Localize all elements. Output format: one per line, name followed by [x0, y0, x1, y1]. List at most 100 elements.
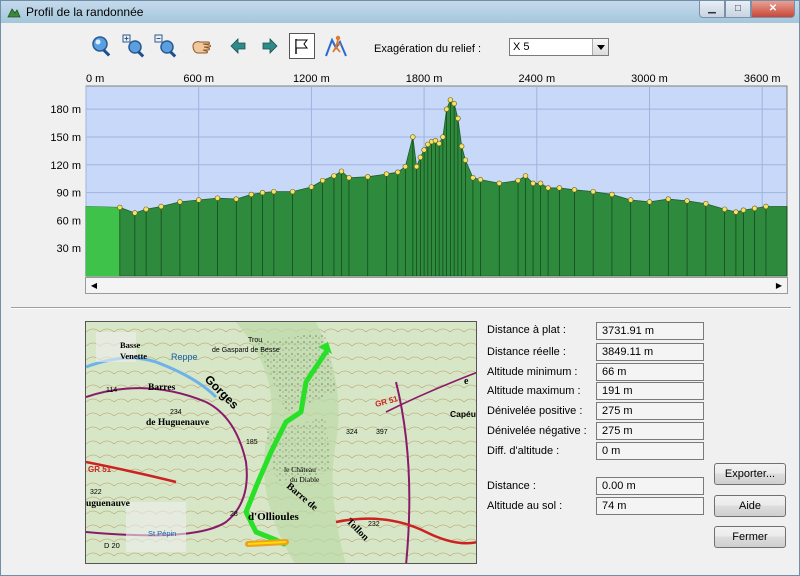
elevation-point — [515, 177, 521, 184]
cursor-label-ground-altitude: Altitude au sol : — [487, 500, 563, 512]
scroll-right-icon[interactable]: ▶ — [771, 278, 787, 293]
next-button[interactable] — [257, 33, 283, 59]
elevation-chart[interactable]: 0 m 600 m 1200 m 1800 m 2400 m 3000 m 3600 m 30… — [1, 63, 800, 277]
elevation-point — [545, 185, 551, 191]
elevation-point — [462, 157, 469, 163]
map-label-huguenauve: de Huguenauve — [146, 418, 209, 428]
elevation-point — [117, 204, 123, 211]
elevation-point — [436, 140, 442, 147]
horizontal-scrollbar[interactable]: ◀ ▶ — [85, 277, 788, 294]
map-label-232: 232 — [368, 521, 380, 528]
pan-button[interactable] — [189, 33, 215, 59]
map-label-234: 234 — [170, 409, 182, 416]
app-icon — [7, 8, 21, 18]
map-label-gr51-b: GR 51 — [88, 465, 112, 474]
start-segment — [86, 206, 120, 276]
map-label-olioules: d'Ollioules — [248, 511, 299, 523]
y-tick-label: 30 m — [57, 243, 81, 255]
elevation-point — [395, 169, 401, 175]
elevation-point — [733, 209, 739, 215]
map-label-324: 324 — [346, 429, 358, 436]
elevation-point — [417, 154, 424, 161]
elevation-point — [455, 115, 461, 122]
zoom-fit-icon — [92, 36, 111, 57]
zoom-in-button[interactable] — [121, 33, 147, 59]
elevation-point — [214, 195, 221, 201]
stat-value-negative-gain: 275 m — [596, 422, 704, 440]
y-tick-label: 120 m — [50, 160, 81, 172]
stat-value-flat-distance: 3731.91 m — [596, 322, 704, 340]
elevation-point — [331, 173, 337, 179]
x-tick-label: 1200 m — [293, 73, 330, 85]
stat-label-real-distance: Distance réelle : — [487, 346, 566, 358]
y-tick-label: 180 m — [50, 104, 81, 116]
elevation-point — [763, 203, 769, 210]
cursor-label-distance: Distance : — [487, 480, 536, 492]
zoom-out-icon — [154, 34, 177, 58]
relief-label: Exagération du relief : — [374, 43, 482, 55]
map-label-gaspard: de Gaspard de Besse — [212, 347, 280, 354]
maximize-button[interactable]: □ — [725, 1, 751, 18]
separator — [11, 307, 791, 309]
close-button[interactable]: Fermer — [714, 526, 786, 548]
stat-value-positive-gain: 275 m — [596, 402, 704, 420]
arrow-right-icon — [262, 38, 278, 54]
arrow-left-icon — [230, 38, 246, 54]
elevation-point — [383, 171, 390, 177]
help-button[interactable]: Aide — [714, 495, 786, 517]
elevation-point — [132, 210, 138, 216]
elevation-point — [451, 100, 457, 107]
map-label-397: 397 — [376, 429, 388, 436]
flag-button[interactable] — [289, 33, 315, 59]
scroll-left-icon[interactable]: ◀ — [86, 278, 102, 293]
hiker-button[interactable] — [323, 33, 349, 59]
minimize-button[interactable]: ▁ — [699, 1, 725, 18]
stat-label-max-altitude: Altitude maximum : — [487, 385, 581, 397]
zoom-fit-button[interactable] — [89, 33, 115, 59]
map-canvas: Basse Venette Reppe Gorges Barres 234 de … — [86, 322, 476, 563]
map-label-trou: Trou — [248, 337, 262, 344]
x-tick-label: 2400 m — [518, 73, 555, 85]
elevation-point — [196, 197, 202, 203]
hiker-icon — [325, 35, 347, 57]
map-label-reppe: Reppe — [171, 352, 198, 362]
previous-button[interactable] — [225, 33, 251, 59]
close-window-button[interactable]: ✕ — [751, 1, 795, 18]
elevation-point — [530, 180, 536, 187]
export-button[interactable]: Exporter... — [714, 463, 786, 485]
map-label-e: e — [464, 376, 469, 387]
pan-hand-icon — [192, 41, 211, 54]
title-bar[interactable]: Profil de la randonnée ▁ □ ✕ — [1, 1, 799, 23]
y-tick-label: 90 m — [57, 188, 81, 200]
map-label-capeu: Capéu — [450, 409, 476, 419]
elevation-point — [259, 189, 266, 196]
chevron-down-icon[interactable] — [592, 39, 608, 55]
x-tick-label: 3600 m — [744, 73, 781, 85]
profile-window: Profil de la randonnée ▁ □ ✕ Exagération… — [0, 0, 800, 576]
topographic-map[interactable]: Basse Venette Reppe Gorges Barres 234 de … — [85, 321, 477, 564]
elevation-point — [443, 106, 450, 112]
elevation-point — [177, 199, 183, 205]
zoom-out-button[interactable] — [153, 33, 179, 59]
elevation-point — [440, 134, 446, 140]
relief-select[interactable]: X 5 — [509, 38, 609, 56]
elevation-point — [308, 184, 315, 190]
elevation-point — [447, 97, 454, 103]
elevation-point — [628, 197, 634, 203]
elevation-point — [740, 207, 747, 213]
x-tick-label: 3000 m — [631, 73, 668, 85]
elevation-point — [556, 185, 563, 191]
zoom-in-icon — [122, 34, 145, 58]
map-label-185: 185 — [246, 439, 258, 446]
elevation-point — [590, 188, 596, 195]
x-tick-label: 600 m — [183, 73, 214, 85]
elevation-point — [609, 191, 615, 198]
x-tick-label: 1800 m — [406, 73, 443, 85]
y-tick-label: 60 m — [57, 215, 81, 227]
elevation-point — [346, 175, 352, 181]
elevation-point — [365, 174, 371, 180]
elevation-point — [402, 163, 409, 170]
elevation-point — [751, 205, 758, 212]
map-label-chateau: le Château — [284, 465, 316, 474]
stat-value-real-distance: 3849.11 m — [596, 343, 704, 361]
